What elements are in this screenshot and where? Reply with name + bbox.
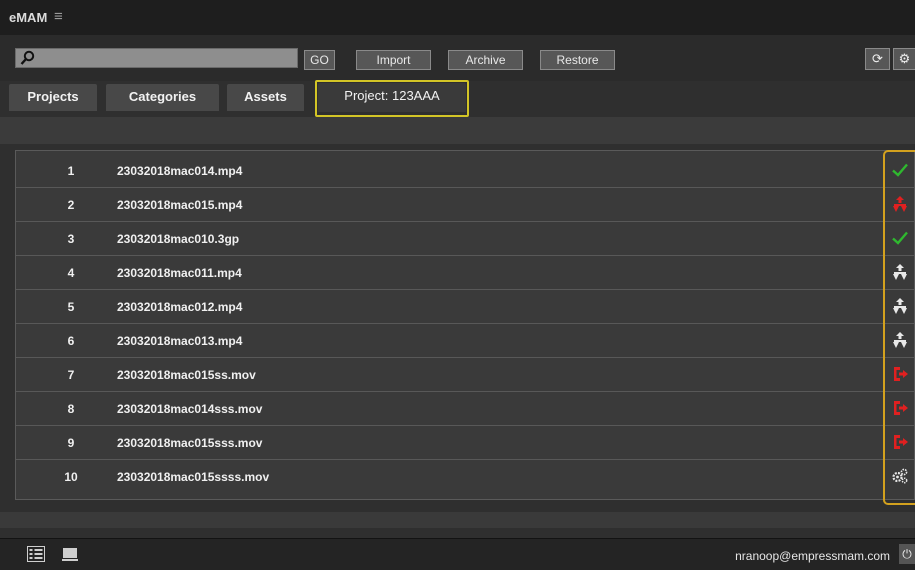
search-icon bbox=[20, 50, 35, 65]
go-button[interactable]: GO bbox=[304, 50, 335, 70]
file-name: 23032018mac015ssss.mov bbox=[117, 470, 270, 484]
toolbar: GO Import Archive Restore ⟳ ⚙ bbox=[0, 35, 915, 81]
app-title: eMAM bbox=[9, 10, 48, 25]
file-name: 23032018mac012.mp4 bbox=[117, 300, 243, 314]
check-icon bbox=[892, 231, 908, 245]
proxy-icon bbox=[893, 298, 907, 314]
file-name: 23032018mac015sss.mov bbox=[117, 436, 263, 450]
tab-projects[interactable]: Projects bbox=[9, 84, 97, 111]
import-button[interactable]: Import bbox=[356, 50, 431, 70]
proxy-icon bbox=[893, 332, 907, 348]
search-input[interactable] bbox=[15, 48, 298, 68]
row-number: 1 bbox=[67, 164, 75, 178]
user-email: nranoop@empressmam.com bbox=[735, 549, 890, 563]
row-number: 9 bbox=[67, 436, 75, 450]
row-number: 4 bbox=[67, 266, 75, 280]
file-name: 23032018mac011.mp4 bbox=[117, 266, 242, 280]
row-number: 10 bbox=[64, 470, 78, 484]
proxy-icon bbox=[893, 264, 907, 280]
restore-button[interactable]: Restore bbox=[540, 50, 615, 70]
sub-toolbar bbox=[0, 117, 915, 144]
list-view-icon[interactable] bbox=[27, 546, 45, 562]
row-number: 5 bbox=[67, 300, 75, 314]
power-icon[interactable]: ⏻ bbox=[899, 544, 915, 564]
table-row[interactable]: 5 23032018mac012.mp4 bbox=[16, 290, 914, 324]
hamburger-icon[interactable]: ≡ bbox=[54, 8, 63, 25]
table-row[interactable]: 10 23032018mac015ssss.mov bbox=[16, 460, 914, 494]
row-number: 6 bbox=[67, 334, 75, 348]
asset-grid: 1 23032018mac014.mp4 2 23032018mac015.mp4 … bbox=[15, 150, 915, 500]
footer-bar: nranoop@empressmam.com ⏻ bbox=[0, 538, 915, 570]
table-row[interactable]: 9 23032018mac015sss.mov bbox=[16, 426, 914, 460]
gear-icon[interactable]: ⚙ bbox=[893, 48, 915, 70]
row-number: 7 bbox=[67, 368, 75, 382]
file-name: 23032018mac014sss.mov bbox=[117, 402, 263, 416]
table-row[interactable]: 3 23032018mac010.3gp bbox=[16, 222, 914, 256]
row-number: 3 bbox=[67, 232, 75, 246]
gears-icon bbox=[892, 468, 908, 484]
table-row[interactable]: 1 23032018mac014.mp4 bbox=[16, 154, 914, 188]
table-row[interactable]: 7 23032018mac015ss.mov bbox=[16, 358, 914, 392]
table-row[interactable]: 2 23032018mac015.mp4 bbox=[16, 188, 914, 222]
file-name: 23032018mac013.mp4 bbox=[117, 334, 243, 348]
file-name: 23032018mac014.mp4 bbox=[117, 164, 243, 178]
table-row[interactable]: 4 23032018mac011.mp4 bbox=[16, 256, 914, 290]
bottom-strip bbox=[0, 512, 915, 528]
proxy-error-icon bbox=[893, 196, 907, 212]
export-icon bbox=[894, 401, 908, 415]
row-number: 8 bbox=[67, 402, 75, 416]
table-row[interactable]: 8 23032018mac014sss.mov bbox=[16, 392, 914, 426]
refresh-icon[interactable]: ⟳ bbox=[865, 48, 890, 70]
tab-highlight-box bbox=[315, 80, 469, 117]
tab-assets[interactable]: Assets bbox=[227, 84, 304, 111]
export-icon bbox=[894, 435, 908, 449]
file-name: 23032018mac015ss.mov bbox=[117, 368, 256, 382]
table-row[interactable]: 6 23032018mac013.mp4 bbox=[16, 324, 914, 358]
file-name: 23032018mac010.3gp bbox=[117, 232, 240, 246]
row-number: 2 bbox=[67, 198, 75, 212]
check-icon bbox=[892, 163, 908, 177]
archive-button[interactable]: Archive bbox=[448, 50, 523, 70]
title-bar: eMAM ≡ bbox=[0, 0, 915, 36]
monitor-icon[interactable] bbox=[61, 546, 79, 562]
export-icon bbox=[894, 367, 908, 381]
tab-categories[interactable]: Categories bbox=[106, 84, 219, 111]
file-name: 23032018mac015.mp4 bbox=[117, 198, 243, 212]
